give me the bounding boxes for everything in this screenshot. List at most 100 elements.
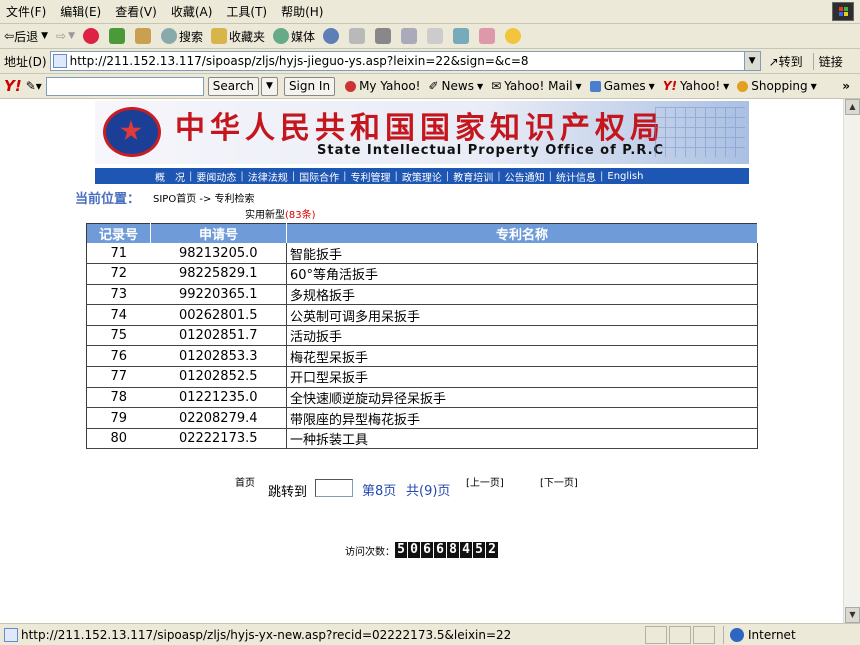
patent-name-link[interactable]: 梅花型呆扳手: [286, 345, 758, 368]
record-no: 75: [86, 325, 151, 347]
yahoo-search-button[interactable]: Search: [207, 76, 260, 96]
record-no: 73: [86, 284, 151, 306]
total-pages: 共(9)页: [406, 484, 451, 499]
menu-edit[interactable]: 编辑(E): [60, 3, 101, 20]
table-row[interactable]: 80 02222173.5 一种拆装工具: [86, 428, 758, 450]
stop-button[interactable]: [82, 28, 101, 44]
patent-name-link[interactable]: 智能扳手: [286, 243, 758, 265]
jump-page-input[interactable]: [315, 479, 353, 497]
yahoo-search-input[interactable]: [45, 76, 204, 96]
games-dropdown-icon[interactable]: ▼: [649, 82, 655, 91]
nav-laws[interactable]: 法律法规: [248, 169, 288, 184]
application-no: 98213205.0: [150, 243, 287, 265]
favorites-icon: [211, 28, 227, 44]
page-icon: [52, 54, 67, 68]
patent-name-link[interactable]: 60°等角活扳手: [286, 263, 758, 285]
shopping-dropdown-icon[interactable]: ▼: [811, 82, 817, 91]
nav-english[interactable]: English: [607, 171, 643, 182]
pencil-icon[interactable]: ✎▾: [26, 79, 42, 93]
address-input[interactable]: http://211.152.13.117/sipoasp/zljs/hyjs-…: [49, 51, 745, 71]
patent-name-link[interactable]: 一种拆装工具: [286, 428, 758, 450]
shopping-link[interactable]: Shopping ▼: [737, 79, 817, 93]
nav-policy[interactable]: 政策理论: [402, 169, 442, 184]
refresh-button[interactable]: [108, 28, 127, 44]
nav-international[interactable]: 国际合作: [299, 169, 339, 184]
toolbar-overflow-icon[interactable]: »: [842, 79, 850, 93]
nav-statistics[interactable]: 统计信息: [556, 169, 596, 184]
yahoo-search-dropdown[interactable]: ▼: [261, 76, 278, 96]
back-button[interactable]: ⇦ 后退 ▼: [4, 28, 48, 45]
table-row[interactable]: 71 98213205.0 智能扳手: [86, 243, 758, 265]
home-button[interactable]: [134, 28, 153, 44]
nav-news[interactable]: 要闻动态: [196, 169, 236, 184]
links-button[interactable]: 链接: [812, 52, 843, 70]
favorites-button[interactable]: 收藏夹: [211, 28, 265, 45]
menu-tools[interactable]: 工具(T): [226, 3, 267, 20]
go-button[interactable]: ↗转到: [769, 53, 803, 70]
yahoo-link[interactable]: Y! Yahoo! ▼: [663, 79, 729, 93]
first-page-link[interactable]: 首页: [235, 474, 255, 489]
application-no: 02208279.4: [150, 407, 287, 429]
research-button[interactable]: [479, 28, 497, 44]
pagination: 首页 跳转到 第8页 共(9)页 [上一页] [下一页]: [0, 474, 843, 504]
news-link[interactable]: ✐ News ▼: [428, 79, 483, 93]
record-no: 76: [86, 345, 151, 368]
menu-file[interactable]: 文件(F): [6, 3, 46, 20]
scroll-down-icon[interactable]: ▼: [845, 607, 860, 623]
application-no: 99220365.1: [150, 284, 287, 306]
news-icon: ✐: [428, 79, 439, 93]
nav-education[interactable]: 教育培训: [453, 169, 493, 184]
menu-view[interactable]: 查看(V): [115, 3, 157, 20]
patent-name-link[interactable]: 全快速顺逆旋动异径呆扳手: [286, 387, 758, 409]
messenger-icon: [453, 28, 470, 44]
nav-separator: |: [548, 170, 552, 182]
patent-name-link[interactable]: 带限座的异型梅花扳手: [286, 407, 758, 429]
nav-notices[interactable]: 公告通知: [505, 169, 545, 184]
next-page-link[interactable]: [下一页]: [540, 474, 578, 489]
menu-favorites[interactable]: 收藏(A): [171, 3, 213, 20]
yahoo-logo-icon[interactable]: Y!: [4, 77, 22, 95]
table-row[interactable]: 78 01221235.0 全快速顺逆旋动异径呆扳手: [86, 387, 758, 409]
yahoo-dropdown-icon[interactable]: ▼: [723, 82, 729, 91]
nav-patent-management[interactable]: 专利管理: [351, 169, 391, 184]
search-button[interactable]: 搜索: [160, 28, 203, 45]
table-row[interactable]: 77 01202852.5 开口型呆扳手: [86, 366, 758, 388]
media-button[interactable]: 媒体: [273, 28, 315, 45]
print-button[interactable]: [375, 28, 393, 44]
messenger-button[interactable]: [453, 28, 471, 44]
scroll-up-icon[interactable]: ▲: [845, 99, 860, 115]
back-dropdown-icon[interactable]: ▼: [41, 31, 48, 41]
yahoo-mail-link[interactable]: ✉ Yahoo! Mail ▼: [491, 79, 582, 93]
yahoo-sign-in-button[interactable]: Sign In: [283, 76, 336, 96]
news-dropdown-icon[interactable]: ▼: [477, 82, 483, 91]
mail-dropdown-icon[interactable]: ▼: [576, 82, 582, 91]
table-row[interactable]: 75 01202851.7 活动扳手: [86, 325, 758, 347]
patent-name-link[interactable]: 公英制可调多用呆扳手: [286, 304, 758, 326]
application-no: 00262801.5: [150, 304, 287, 326]
prev-page-link[interactable]: [上一页]: [466, 474, 504, 489]
application-no: 02222173.5: [150, 428, 287, 450]
status-cell: [693, 625, 715, 644]
my-yahoo-link[interactable]: My Yahoo!: [345, 79, 420, 93]
nav-separator: |: [600, 170, 604, 182]
discuss-button[interactable]: [427, 28, 445, 44]
table-row[interactable]: 74 00262801.5 公英制可调多用呆扳手: [86, 304, 758, 326]
table-row[interactable]: 76 01202853.3 梅花型呆扳手: [86, 345, 758, 368]
edit-icon: [401, 28, 418, 44]
edit-button[interactable]: [401, 28, 419, 44]
forward-button[interactable]: ⇨ ▼: [56, 29, 75, 43]
address-dropdown-icon[interactable]: ▼: [744, 51, 761, 71]
table-row[interactable]: 72 98225829.1 60°等角活扳手: [86, 263, 758, 285]
patent-name-link[interactable]: 多规格扳手: [286, 284, 758, 306]
mail-button[interactable]: [349, 28, 367, 44]
patent-name-link[interactable]: 活动扳手: [286, 325, 758, 347]
table-row[interactable]: 79 02208279.4 带限座的异型梅花扳手: [86, 407, 758, 429]
yahoo-toolbar-button[interactable]: [505, 28, 523, 44]
nav-overview[interactable]: 概 况: [155, 169, 185, 184]
patent-name-link[interactable]: 开口型呆扳手: [286, 366, 758, 388]
games-link[interactable]: Games ▼: [589, 79, 655, 93]
history-button[interactable]: [323, 28, 341, 44]
vertical-scrollbar[interactable]: ▲ ▼: [843, 99, 860, 623]
menu-help[interactable]: 帮助(H): [281, 3, 323, 20]
table-row[interactable]: 73 99220365.1 多规格扳手: [86, 284, 758, 306]
